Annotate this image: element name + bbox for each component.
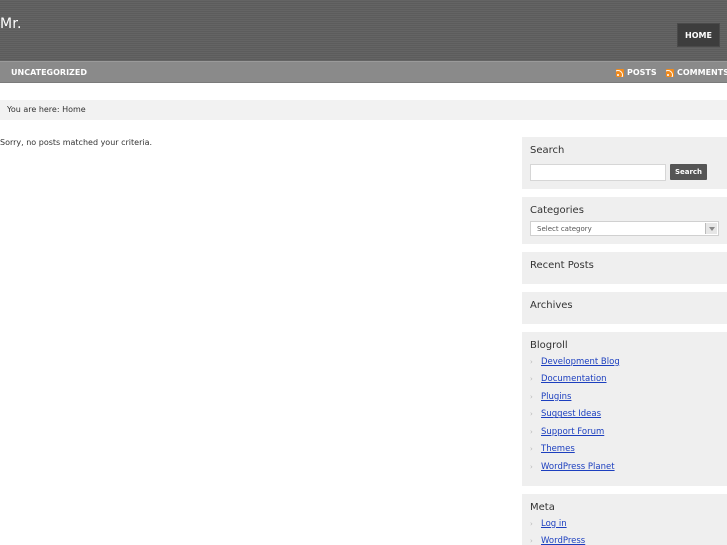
- categories-widget-title: Categories: [530, 205, 584, 216]
- no-posts-message: Sorry, no posts matched your criteria.: [0, 138, 153, 147]
- search-widget: Search Search: [522, 137, 727, 189]
- bullet-icon: ›: [530, 462, 533, 471]
- bullet-icon: ›: [530, 445, 533, 454]
- search-input[interactable]: [530, 164, 666, 181]
- home-nav-button[interactable]: HOME: [678, 24, 719, 46]
- blogroll-list: › Development Blog › Documentation › Plugin…: [530, 353, 620, 476]
- category-link-uncategorized[interactable]: UNCATEGORIZED: [11, 68, 87, 77]
- blogroll-link[interactable]: Support Forum: [541, 427, 604, 437]
- blogroll-link[interactable]: Themes: [541, 444, 575, 454]
- list-item: › WordPress: [530, 533, 585, 545]
- chevron-down-icon: [705, 223, 717, 234]
- bullet-icon: ›: [530, 410, 533, 419]
- comments-feed-label: COMMENTS: [677, 68, 727, 77]
- list-item: › Support Forum: [530, 423, 620, 441]
- search-widget-title: Search: [530, 145, 565, 156]
- bullet-icon: ›: [530, 375, 533, 384]
- posts-feed-label: POSTS: [627, 68, 657, 77]
- archives-widget: Archives: [522, 292, 727, 324]
- bullet-icon: ›: [530, 392, 533, 401]
- site-header: Mr. HOME: [0, 0, 727, 61]
- blogroll-widget-title: Blogroll: [530, 340, 568, 351]
- list-item: › Log in: [530, 515, 585, 533]
- blogroll-link[interactable]: WordPress Planet: [541, 462, 615, 472]
- list-item: › Plugins: [530, 388, 620, 406]
- list-item: › Themes: [530, 441, 620, 459]
- categories-widget: Categories Select category: [522, 197, 727, 244]
- blogroll-link[interactable]: Suggest Ideas: [541, 409, 601, 419]
- blogroll-link[interactable]: Development Blog: [541, 357, 620, 367]
- meta-list: › Log in › WordPress: [530, 515, 585, 545]
- rss-icon: [616, 68, 624, 77]
- category-nav: UNCATEGORIZED POSTS COMMENTS: [0, 61, 727, 83]
- posts-feed-link[interactable]: POSTS: [616, 68, 657, 77]
- recent-posts-widget: Recent Posts: [522, 252, 727, 284]
- recent-posts-widget-title: Recent Posts: [530, 260, 594, 271]
- breadcrumb: You are here: Home: [0, 100, 727, 120]
- meta-widget-title: Meta: [530, 502, 555, 513]
- category-select[interactable]: Select category: [530, 221, 719, 236]
- meta-widget: Meta › Log in › WordPress: [522, 494, 727, 545]
- site-title[interactable]: Mr.: [0, 16, 22, 32]
- bullet-icon: ›: [530, 519, 533, 528]
- comments-feed-link[interactable]: COMMENTS: [666, 68, 727, 77]
- list-item: › Suggest Ideas: [530, 406, 620, 424]
- blogroll-link[interactable]: Plugins: [541, 392, 571, 402]
- bullet-icon: ›: [530, 537, 533, 545]
- blogroll-widget: Blogroll › Development Blog › Documentatio…: [522, 332, 727, 486]
- bullet-icon: ›: [530, 357, 533, 366]
- wordpress-link[interactable]: WordPress: [541, 536, 585, 545]
- category-select-value: Select category: [537, 225, 592, 233]
- search-button[interactable]: Search: [670, 164, 707, 180]
- blogroll-link[interactable]: Documentation: [541, 374, 607, 384]
- list-item: › Development Blog: [530, 353, 620, 371]
- list-item: › Documentation: [530, 371, 620, 389]
- rss-icon: [666, 68, 674, 77]
- bullet-icon: ›: [530, 427, 533, 436]
- archives-widget-title: Archives: [530, 300, 573, 311]
- list-item: › WordPress Planet: [530, 458, 620, 476]
- login-link[interactable]: Log in: [541, 519, 567, 529]
